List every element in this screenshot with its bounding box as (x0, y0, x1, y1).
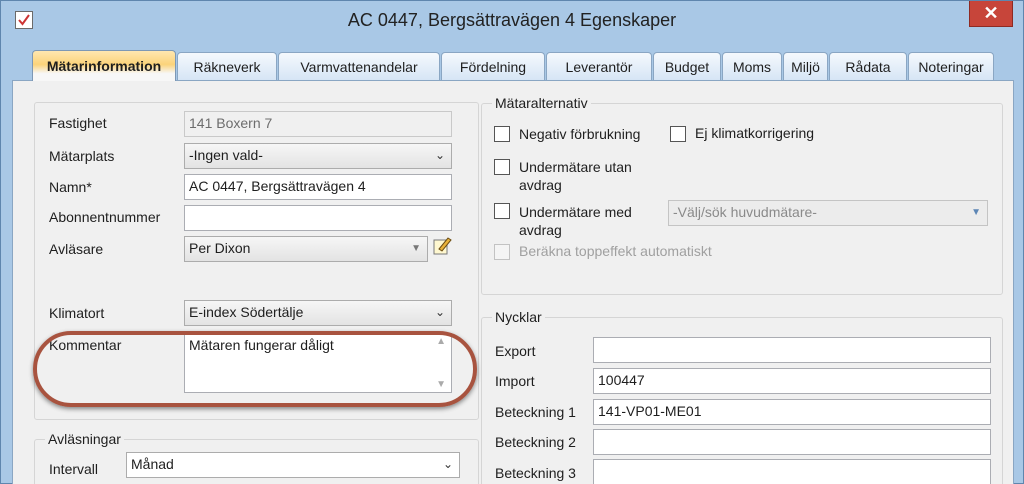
klimatort-value: E-index Södertälje (189, 304, 304, 320)
klimatort-select[interactable]: E-index Södertälje ⌄ (184, 300, 452, 326)
namn-label: Namn* (49, 179, 92, 195)
under-utan-label: Undermätare utan avdrag (519, 159, 632, 193)
chevron-down-icon: ⌄ (434, 148, 445, 162)
tab-noteringar[interactable]: Noteringar (908, 52, 994, 80)
huvudmatare-placeholder: -Välj/sök huvudmätare- (673, 204, 817, 220)
matarplats-label: Mätarplats (49, 148, 115, 164)
tab-varmvattenandelar[interactable]: Varmvattenandelar (278, 52, 440, 80)
intervall-value: Månad (131, 456, 174, 472)
triangle-down-icon: ▼ (411, 243, 421, 254)
scroll-up-icon[interactable]: ▲ (436, 336, 446, 347)
beteckning3-field[interactable] (593, 459, 991, 484)
tab-fordelning[interactable]: Fördelning (441, 52, 545, 80)
avlasare-select[interactable]: Per Dixon ▼ (184, 236, 428, 262)
tab-miljo[interactable]: Miljö (783, 52, 828, 80)
window-title: AC 0447, Bergsättravägen 4 Egenskaper (347, 10, 677, 30)
export-field[interactable] (593, 337, 991, 363)
tab-radata[interactable]: Rådata (829, 52, 907, 80)
beteckning1-label: Beteckning 1 (495, 404, 576, 420)
klimatort-label: Klimatort (49, 305, 105, 321)
title-bar: AC 0447, Bergsättravägen 4 Egenskaper ✕ (1, 1, 1023, 41)
import-field[interactable]: 100447 (593, 368, 991, 394)
fastighet-label: Fastighet (49, 115, 107, 131)
under-med-checkbox[interactable] (494, 203, 510, 219)
triangle-down-icon: ▼ (971, 207, 981, 218)
topp-checkbox (494, 244, 510, 260)
nycklar-title: Nycklar (492, 309, 545, 325)
negativ-checkbox[interactable] (494, 126, 510, 142)
avlasare-label: Avläsare (49, 241, 104, 257)
tab-raknverk[interactable]: Räkneverk (177, 52, 277, 80)
tab-budget[interactable]: Budget (653, 52, 721, 80)
under-utan-checkbox[interactable] (494, 159, 510, 175)
beteckning1-field[interactable]: 141-VP01-ME01 (593, 399, 991, 425)
export-label: Export (495, 343, 536, 359)
edit-note-icon[interactable] (432, 236, 452, 256)
tab-moms[interactable]: Moms (722, 52, 782, 80)
beteckning2-label: Beteckning 2 (495, 434, 576, 450)
klimat-label: Ej klimatkorrigering (695, 125, 815, 141)
tab-strip: Mätarinformation Räkneverk Varmvattenand… (14, 50, 1014, 81)
chevron-down-icon: ⌄ (434, 305, 445, 319)
matarplats-select[interactable]: -Ingen vald- ⌄ (184, 143, 452, 169)
negativ-label: Negativ förbrukning (519, 126, 641, 142)
tab-matarinformation[interactable]: Mätarinformation (32, 50, 176, 81)
close-button[interactable]: ✕ (969, 1, 1013, 27)
avlasare-value: Per Dixon (189, 240, 251, 256)
under-med-label: Undermätare med avdrag (519, 204, 632, 238)
huvudmatare-select: -Välj/sök huvudmätare- ▼ (668, 200, 988, 226)
alternativ-title: Mätaralternativ (492, 95, 591, 111)
intervall-label: Intervall (49, 461, 99, 477)
matarplats-value: -Ingen vald- (189, 147, 263, 163)
scroll-down-icon[interactable]: ▼ (436, 379, 446, 390)
namn-field[interactable]: AC 0447, Bergsättravägen 4 (184, 174, 452, 200)
abonnent-label: Abonnentnummer (49, 209, 161, 225)
fastighet-field: 141 Boxern 7 (184, 111, 452, 137)
kommentar-label: Kommentar (49, 337, 122, 353)
klimat-checkbox[interactable] (670, 126, 686, 142)
tab-leverantor[interactable]: Leverantör (546, 52, 652, 80)
import-label: Import (495, 373, 535, 389)
avlasningar-title: Avläsningar (45, 431, 124, 447)
kommentar-textarea[interactable]: Mätaren fungerar dåligt ▲ ▼ (184, 333, 452, 393)
beteckning2-field[interactable] (593, 429, 991, 455)
beteckning3-label: Beteckning 3 (495, 465, 576, 481)
intervall-select[interactable]: Månad ⌄ (126, 452, 460, 478)
tab-content: Fastighet 141 Boxern 7 Mätarplats -Ingen… (12, 80, 1014, 484)
kommentar-value: Mätaren fungerar dåligt (189, 337, 334, 353)
chevron-down-icon: ⌄ (442, 457, 453, 471)
properties-window: AC 0447, Bergsättravägen 4 Egenskaper ✕ … (0, 0, 1024, 484)
topp-label: Beräkna toppeffekt automatiskt (519, 243, 712, 259)
abonnent-field[interactable] (184, 205, 452, 231)
